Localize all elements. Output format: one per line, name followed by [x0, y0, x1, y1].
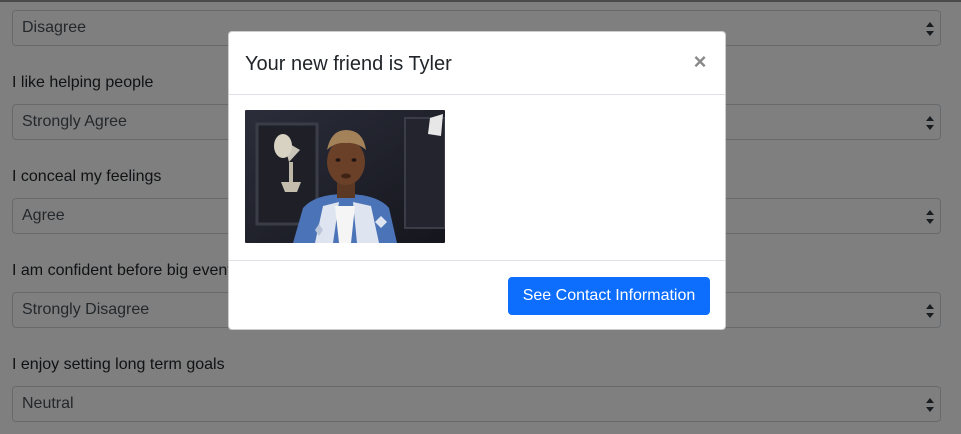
top-border	[0, 0, 961, 2]
modal-body	[245, 110, 445, 243]
friend-modal: Your new friend is Tyler × See Contact I…	[228, 31, 726, 330]
modal-footer: See Contact Information	[229, 260, 725, 330]
see-contact-information-button[interactable]: See Contact Information	[508, 277, 710, 315]
modal-title: Your new friend is Tyler	[245, 53, 452, 75]
friend-gif-image	[245, 110, 445, 243]
modal-header: Your new friend is Tyler ×	[229, 32, 725, 95]
close-button[interactable]: ×	[689, 50, 711, 74]
